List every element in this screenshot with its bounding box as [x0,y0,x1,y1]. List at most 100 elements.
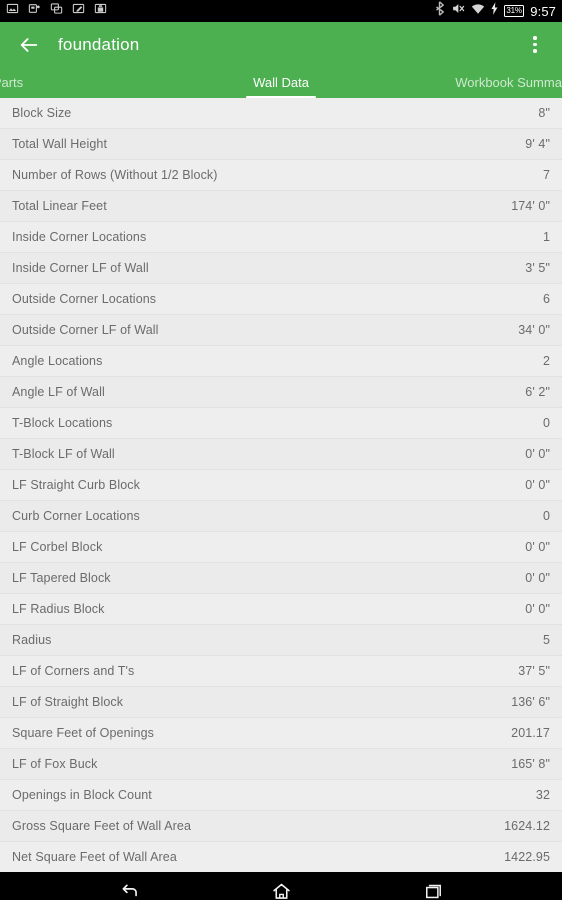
row-label: LF of Fox Buck [12,757,98,771]
status-bar-notification-icons [6,2,107,20]
row-value: 32 [535,788,550,802]
tab-workbook-summary[interactable]: Workbook Summary [424,67,562,98]
table-row[interactable]: LF Corbel Block 0' 0" [0,532,562,563]
row-value: 9' 4" [525,137,550,151]
table-row[interactable]: LF Straight Curb Block 0' 0" [0,470,562,501]
charging-bolt-icon [491,2,498,20]
row-label: LF Corbel Block [12,540,103,554]
row-value: 0' 0" [525,447,550,461]
table-row[interactable]: Curb Corner Locations 0 [0,501,562,532]
table-row[interactable]: LF of Straight Block 136' 6" [0,687,562,718]
table-row[interactable]: Square Feet of Openings 201.17 [0,718,562,749]
row-value: 2 [542,354,550,368]
screenshot-icon [28,2,41,20]
battery-percent-badge: 31% [503,5,525,17]
row-label: Angle Locations [12,354,103,368]
status-bar-clock: 9:57 [530,3,556,19]
tab-bar: Parts Wall Data Workbook Summary [0,67,562,98]
row-value: 1624.12 [504,819,550,833]
row-label: Total Wall Height [12,137,108,151]
row-label: Inside Corner LF of Wall [12,261,149,275]
row-value: 0 [542,509,550,523]
tab-active-indicator [246,95,316,98]
home-nav-icon[interactable] [261,876,301,900]
table-row[interactable]: Inside Corner Locations 1 [0,222,562,253]
page-title: foundation [58,34,140,54]
table-row[interactable]: Net Square Feet of Wall Area 1422.95 [0,842,562,872]
row-value: 165' 8" [511,757,550,771]
row-value: 0' 0" [525,478,550,492]
row-value: 3' 5" [525,261,550,275]
table-row[interactable]: T-Block Locations 0 [0,408,562,439]
row-value: 6' 2" [525,385,550,399]
table-row[interactable]: LF of Corners and T's 37' 5" [0,656,562,687]
row-label: Outside Corner Locations [12,292,157,306]
table-row[interactable]: Openings in Block Count 32 [0,780,562,811]
table-row[interactable]: Angle Locations 2 [0,346,562,377]
row-value: 7 [542,168,550,182]
row-label: Number of Rows (Without 1/2 Block) [12,168,218,182]
image-icon [6,2,19,20]
row-label: LF Straight Curb Block [12,478,140,492]
row-value: 34' 0" [518,323,550,337]
row-value: 0' 0" [525,571,550,585]
wall-data-list[interactable]: Block Size 8" Total Wall Height 9' 4" Number… [0,98,562,872]
row-label: T-Block Locations [12,416,113,430]
row-label: Curb Corner Locations [12,509,140,523]
copy-icon [50,2,63,20]
save-image-icon [94,2,107,20]
wifi-icon [471,2,485,21]
table-row[interactable]: Number of Rows (Without 1/2 Block) 7 [0,160,562,191]
row-label: Gross Square Feet of Wall Area [12,819,192,833]
table-row[interactable]: T-Block LF of Wall 0' 0" [0,439,562,470]
row-label: LF of Straight Block [12,695,124,709]
table-row[interactable]: Radius 5 [0,625,562,656]
row-label: Outside Corner LF of Wall [12,323,159,337]
table-row[interactable]: Total Wall Height 9' 4" [0,129,562,160]
row-label: Angle LF of Wall [12,385,105,399]
table-row[interactable]: Angle LF of Wall 6' 2" [0,377,562,408]
table-row[interactable]: LF of Fox Buck 165' 8" [0,749,562,780]
app-root: 31% 9:57 foundation Parts Wall Data Work… [0,0,562,900]
row-value: 6 [542,292,550,306]
back-nav-icon[interactable] [109,876,149,900]
row-value: 5 [542,633,550,647]
row-value: 0' 0" [525,540,550,554]
system-navigation-bar [0,872,562,900]
overflow-menu-icon[interactable] [520,28,550,62]
row-value: 201.17 [511,726,550,740]
row-value: 8" [538,106,550,120]
row-label: Square Feet of Openings [12,726,154,740]
row-value: 0 [542,416,550,430]
recents-nav-icon[interactable] [413,876,453,900]
table-row[interactable]: LF Radius Block 0' 0" [0,594,562,625]
row-value: 37' 5" [518,664,550,678]
row-value: 1422.95 [504,850,550,864]
row-label: Net Square Feet of Wall Area [12,850,177,864]
table-row[interactable]: Outside Corner Locations 6 [0,284,562,315]
row-label: LF Tapered Block [12,571,111,585]
row-label: Block Size [12,106,72,120]
row-value: 174' 0" [511,199,550,213]
table-row[interactable]: Block Size 8" [0,98,562,129]
table-row[interactable]: Outside Corner LF of Wall 34' 0" [0,315,562,346]
table-row[interactable]: Total Linear Feet 174' 0" [0,191,562,222]
table-row[interactable]: Gross Square Feet of Wall Area 1624.12 [0,811,562,842]
edit-image-icon [72,2,85,20]
tab-parts[interactable]: Parts [0,67,58,98]
mute-icon [451,1,465,21]
table-row[interactable]: Inside Corner LF of Wall 3' 5" [0,253,562,284]
row-label: T-Block LF of Wall [12,447,115,461]
back-arrow-icon[interactable] [12,28,46,62]
status-bar-system-icons: 31% 9:57 [434,1,556,21]
row-label: LF Radius Block [12,602,105,616]
row-value: 1 [542,230,550,244]
app-bar: foundation [0,22,562,67]
row-label: Inside Corner Locations [12,230,147,244]
row-label: Total Linear Feet [12,199,107,213]
tab-wall-data[interactable]: Wall Data [208,67,354,98]
row-label: LF of Corners and T's [12,664,135,678]
table-row[interactable]: LF Tapered Block 0' 0" [0,563,562,594]
row-label: Radius [12,633,52,647]
row-value: 0' 0" [525,602,550,616]
